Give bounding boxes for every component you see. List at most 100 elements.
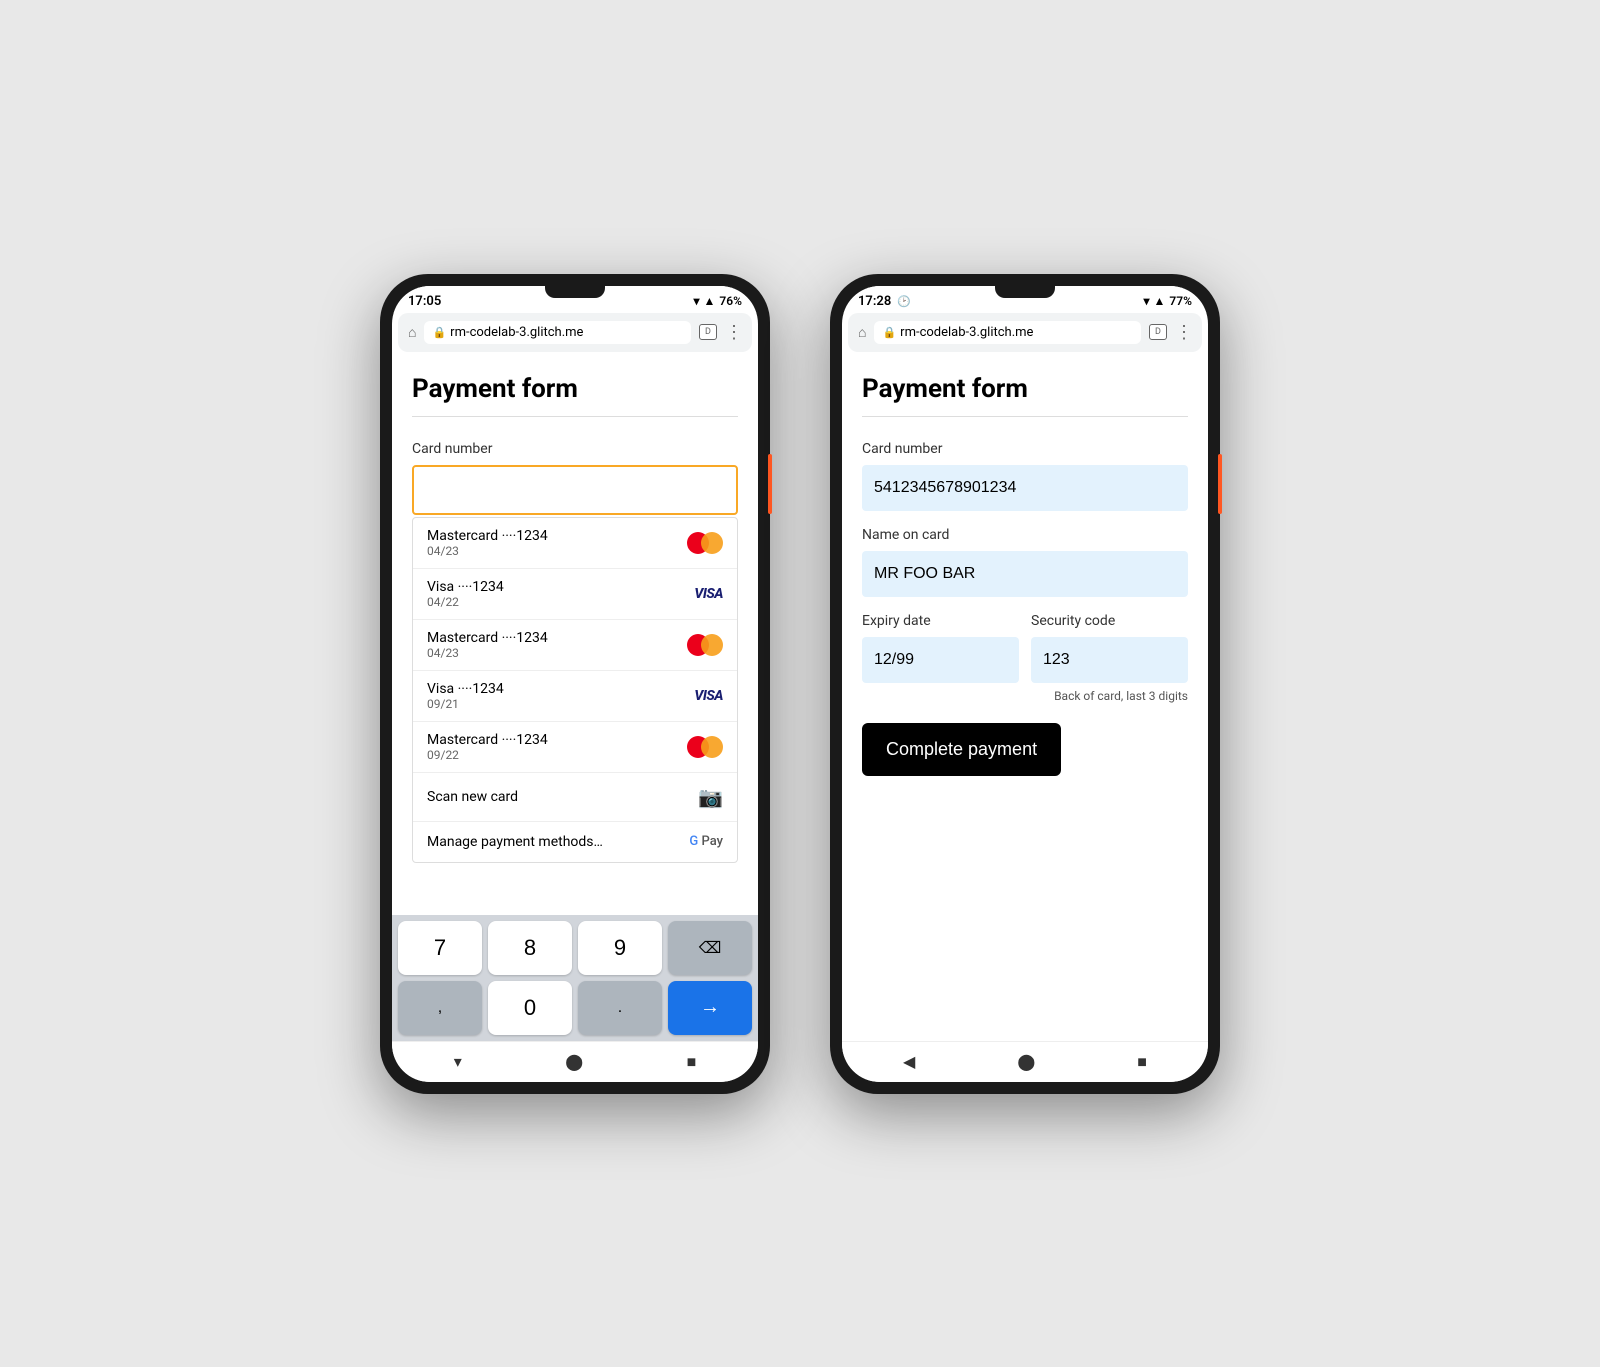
- nav-back[interactable]: ◀: [903, 1052, 915, 1071]
- security-field: Security code: [1031, 613, 1188, 683]
- mc-circle-right: [701, 634, 723, 656]
- url-text: rm-codelab-3.glitch.me: [900, 325, 1033, 340]
- status-icons: ▾ ▲ 77%: [1144, 294, 1193, 308]
- card-number-input[interactable]: [862, 465, 1188, 511]
- key-period[interactable]: .: [578, 981, 662, 1035]
- bottom-nav: ▾ ⬤ ■: [392, 1041, 758, 1082]
- name-on-card-input[interactable]: [862, 551, 1188, 597]
- lock-icon: 🔒: [432, 326, 446, 339]
- key-comma[interactable]: ,: [398, 981, 482, 1035]
- suggestion-expiry: 09/22: [427, 748, 548, 762]
- suggestion-expiry: 04/22: [427, 595, 504, 609]
- title-divider: [862, 416, 1188, 417]
- suggestion-details: Mastercard ····1234 04/23: [427, 528, 548, 558]
- mc-circle-right: [701, 532, 723, 554]
- home-icon[interactable]: ⌂: [408, 324, 416, 341]
- card-number-label: Card number: [412, 441, 738, 457]
- nav-home[interactable]: ⬤: [1017, 1052, 1035, 1071]
- page-title: Payment form: [412, 374, 738, 404]
- status-time: 17:28: [858, 294, 891, 309]
- key-7[interactable]: 7: [398, 921, 482, 975]
- nav-home[interactable]: ⬤: [565, 1052, 583, 1071]
- url-bar[interactable]: 🔒 rm-codelab-3.glitch.me: [424, 321, 691, 344]
- browser-bar: ⌂ 🔒 rm-codelab-3.glitch.me D ⋮: [848, 313, 1202, 352]
- expiry-input[interactable]: [862, 637, 1019, 683]
- battery-text: 77%: [1169, 294, 1192, 308]
- key-next[interactable]: →: [668, 981, 752, 1035]
- url-text: rm-codelab-3.glitch.me: [450, 325, 583, 340]
- key-8[interactable]: 8: [488, 921, 572, 975]
- clock-icon: 🕑: [897, 295, 911, 308]
- list-item[interactable]: Mastercard ····1234 04/23: [413, 518, 737, 569]
- browser-bar: ⌂ 🔒 rm-codelab-3.glitch.me D ⋮: [398, 313, 752, 352]
- tab-switcher-icon[interactable]: D: [699, 324, 717, 340]
- key-backspace[interactable]: ⌫: [668, 921, 752, 975]
- suggestion-name: Mastercard ····1234: [427, 528, 548, 544]
- tab-switcher-icon[interactable]: D: [1149, 324, 1167, 340]
- key-9[interactable]: 9: [578, 921, 662, 975]
- suggestion-expiry: 04/23: [427, 544, 548, 558]
- scan-new-card-row[interactable]: Scan new card 📷: [413, 773, 737, 822]
- left-phone: 17:05 ▾ ▲ 76% ⌂ 🔒 rm-codelab-3.glitch.me…: [380, 274, 770, 1094]
- key-0[interactable]: 0: [488, 981, 572, 1035]
- right-phone: 17:28 🕑 ▾ ▲ 77% ⌂ 🔒 rm-codelab-3.glitch.…: [830, 274, 1220, 1094]
- side-volume-bar: [1218, 454, 1222, 514]
- card-number-input[interactable]: [412, 465, 738, 515]
- name-on-card-label: Name on card: [862, 527, 1188, 543]
- suggestion-name: Mastercard ····1234: [427, 732, 548, 748]
- bottom-nav: ◀ ⬤ ■: [842, 1041, 1208, 1082]
- manage-payment-methods-row[interactable]: Manage payment methods… G Pay: [413, 822, 737, 862]
- suggestion-name: Visa ····1234: [427, 579, 504, 595]
- suggestion-details: Mastercard ····1234 09/22: [427, 732, 548, 762]
- nav-recent[interactable]: ■: [1137, 1052, 1147, 1072]
- expiry-security-row: Expiry date Security code: [862, 613, 1188, 683]
- card-number-label: Card number: [862, 441, 1188, 457]
- suggestion-expiry: 09/21: [427, 697, 504, 711]
- battery-text: 76%: [719, 294, 742, 308]
- complete-payment-button[interactable]: Complete payment: [862, 723, 1061, 776]
- left-phone-wrapper: 17:05 ▾ ▲ 76% ⌂ 🔒 rm-codelab-3.glitch.me…: [380, 274, 770, 1094]
- suggestion-expiry: 04/23: [427, 646, 548, 660]
- status-time: 17:05: [408, 294, 441, 309]
- status-icons: ▾ ▲ 76%: [694, 294, 743, 308]
- home-icon[interactable]: ⌂: [858, 324, 866, 341]
- numeric-keyboard: 7 8 9 ⌫ , 0 . →: [392, 915, 758, 1041]
- signal-icon: ▲: [704, 294, 716, 308]
- list-item[interactable]: Visa ····1234 09/21 VISA: [413, 671, 737, 722]
- security-label: Security code: [1031, 613, 1188, 629]
- page-title: Payment form: [862, 374, 1188, 404]
- lock-icon: 🔒: [882, 326, 896, 339]
- right-phone-inner: 17:28 🕑 ▾ ▲ 77% ⌂ 🔒 rm-codelab-3.glitch.…: [842, 286, 1208, 1082]
- camera-notch: [545, 286, 605, 298]
- manage-payment-label: Manage payment methods…: [427, 834, 603, 850]
- mastercard-icon: [687, 736, 723, 758]
- right-page-content: Payment form Card number Name on card Ex…: [842, 354, 1208, 1041]
- list-item[interactable]: Visa ····1234 04/22 VISA: [413, 569, 737, 620]
- nav-back[interactable]: ▾: [454, 1052, 462, 1071]
- mastercard-icon: [687, 634, 723, 656]
- signal-icon: ▲: [1154, 294, 1166, 308]
- suggestion-name: Mastercard ····1234: [427, 630, 548, 646]
- list-item[interactable]: Mastercard ····1234 09/22: [413, 722, 737, 773]
- side-volume-bar: [768, 454, 772, 514]
- suggestion-details: Visa ····1234 04/22: [427, 579, 504, 609]
- suggestion-details: Mastercard ····1234 04/23: [427, 630, 548, 660]
- more-options-icon[interactable]: ⋮: [1175, 322, 1192, 343]
- mastercard-icon: [687, 532, 723, 554]
- suggestion-name: Visa ····1234: [427, 681, 504, 697]
- security-code-input[interactable]: [1031, 637, 1188, 683]
- left-page-content: Payment form Card number Mastercard ····…: [392, 354, 758, 915]
- expiry-field: Expiry date: [862, 613, 1019, 683]
- suggestions-dropdown: Mastercard ····1234 04/23 Visa ····1234 …: [412, 517, 738, 863]
- scan-new-card-label: Scan new card: [427, 789, 518, 805]
- nav-recent[interactable]: ■: [687, 1052, 697, 1072]
- title-divider: [412, 416, 738, 417]
- security-hint: Back of card, last 3 digits: [862, 689, 1188, 703]
- more-options-icon[interactable]: ⋮: [725, 322, 742, 343]
- right-phone-wrapper: 17:28 🕑 ▾ ▲ 77% ⌂ 🔒 rm-codelab-3.glitch.…: [830, 274, 1220, 1094]
- list-item[interactable]: Mastercard ····1234 04/23: [413, 620, 737, 671]
- expiry-label: Expiry date: [862, 613, 1019, 629]
- gpay-icon: G Pay: [689, 834, 723, 849]
- url-bar[interactable]: 🔒 rm-codelab-3.glitch.me: [874, 321, 1141, 344]
- camera-notch: [995, 286, 1055, 298]
